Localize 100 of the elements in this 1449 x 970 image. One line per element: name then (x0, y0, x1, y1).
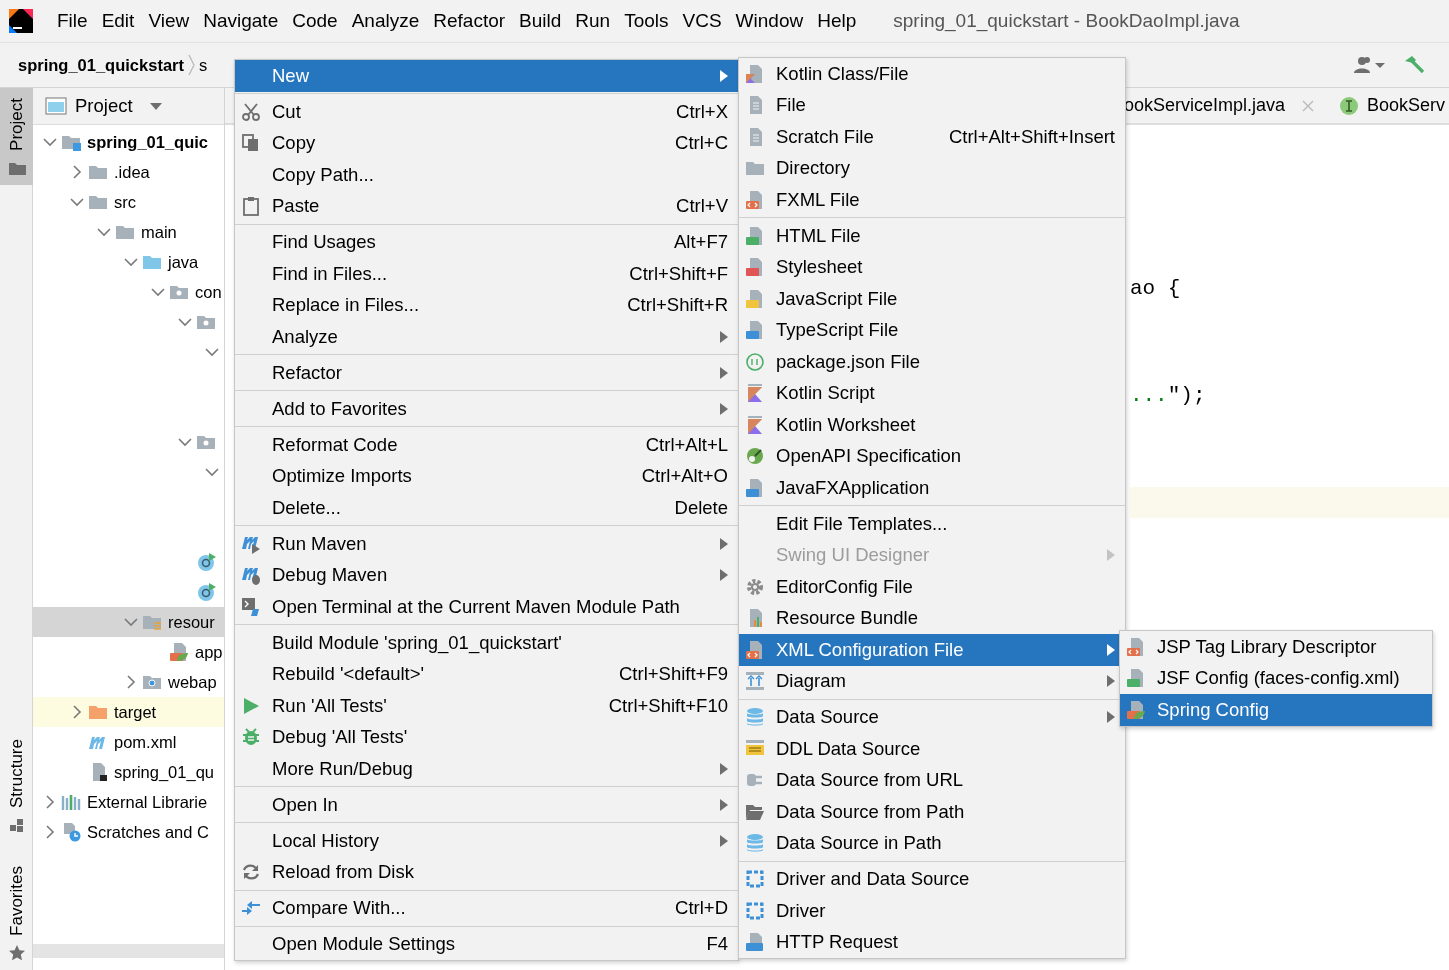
menu-item[interactable]: Reload from Disk (235, 856, 738, 888)
menu-item[interactable]: Resource Bundle (739, 602, 1125, 634)
menu-item[interactable]: Edit File Templates... (739, 508, 1125, 540)
kotlin-script-icon (745, 383, 765, 404)
menu-bar-item[interactable]: View (141, 6, 197, 36)
tree-item[interactable]: Scratches and C (33, 817, 224, 847)
menu-item[interactable]: Delete... Delete (235, 492, 738, 524)
menu-bar-item[interactable]: Help (810, 6, 864, 36)
menu-bar-item[interactable]: Tools (617, 6, 676, 36)
editor-tab[interactable]: BookServ (1318, 92, 1449, 119)
menu-item[interactable]: Data Source from URL (739, 764, 1125, 796)
menu-item[interactable]: Run 'All Tests' Ctrl+Shift+F10 (235, 690, 738, 722)
menu-item[interactable]: TypeScript File (739, 314, 1125, 346)
menu-bar-item[interactable]: VCS (675, 6, 729, 36)
tree-item[interactable]: java (33, 247, 224, 277)
menu-item[interactable]: Kotlin Script (739, 377, 1125, 409)
dashed-frame-icon (745, 900, 765, 921)
tree-item[interactable]: src (33, 187, 224, 217)
menu-item[interactable]: Rebuild '<default>' Ctrl+Shift+F9 (235, 658, 738, 690)
tree-item[interactable]: webap (33, 667, 224, 697)
menu-item[interactable]: OpenAPI Specification (739, 440, 1125, 472)
tree-item[interactable]: main (33, 217, 224, 247)
menu-item[interactable]: Add to Favorites (235, 393, 738, 425)
menu-item[interactable]: Optimize Imports Ctrl+Alt+O (235, 460, 738, 492)
tree-item[interactable]: app (33, 637, 224, 667)
menu-item[interactable]: Paste Ctrl+V (235, 190, 738, 222)
css-document-icon (745, 257, 765, 278)
menu-bar-item[interactable]: Window (728, 6, 811, 36)
menu-item[interactable]: Run Maven (235, 528, 738, 560)
scissors-icon (241, 101, 261, 122)
menu-item[interactable]: Kotlin Worksheet (739, 409, 1125, 441)
menu-item[interactable]: DDL Data Source (739, 733, 1125, 765)
tree-item[interactable]: con (33, 277, 224, 307)
menu-item[interactable]: Refactor (235, 357, 738, 389)
menu-item[interactable]: Copy Path... (235, 159, 738, 191)
shortcut-text: Delete (673, 495, 728, 520)
menu-item[interactable]: Spring Config (1120, 694, 1432, 726)
gear-icon (745, 576, 765, 597)
menu-item[interactable]: Open In (235, 789, 738, 821)
tree-item[interactable]: spring_01_qu (33, 757, 224, 787)
tree-item[interactable]: .idea (33, 157, 224, 187)
menu-bar-item[interactable]: Edit (94, 6, 142, 36)
menu-item[interactable]: Driver and Data Source (739, 863, 1125, 895)
menu-item[interactable]: Cut Ctrl+X (235, 96, 738, 128)
menu-bar-item[interactable]: Code (285, 6, 345, 36)
menu-item[interactable]: Directory (739, 152, 1125, 184)
breadcrumb[interactable]: spring_01_quickstart (18, 52, 184, 78)
code-line: ao { (1129, 276, 1182, 302)
shortcut-text: Ctrl+Shift+F10 (607, 693, 728, 718)
breadcrumb[interactable]: s (199, 52, 208, 78)
menu-item[interactable]: Reformat Code Ctrl+Alt+L (235, 429, 738, 461)
menu-item[interactable]: Open Terminal at the Current Maven Module Path (235, 591, 738, 623)
menu-item[interactable]: Compare With... Ctrl+D (235, 892, 738, 924)
menu-item[interactable]: Debug 'All Tests' (235, 721, 738, 753)
xml-document-icon (745, 639, 765, 660)
menu-item[interactable]: New (235, 60, 738, 92)
menu-bar-item[interactable]: Build (512, 6, 569, 36)
tool-window-tab[interactable]: Project (0, 88, 33, 185)
menu-item[interactable]: Analyze (235, 321, 738, 353)
scrollbar[interactable] (33, 944, 224, 958)
tool-window-tab[interactable]: Favorites (0, 856, 33, 970)
menu-bar-item[interactable]: Navigate (196, 6, 286, 36)
menu-bar-item[interactable]: Run (568, 6, 618, 36)
tree-item[interactable]: resour (33, 607, 224, 637)
menu-item[interactable]: Replace in Files... Ctrl+Shift+R (235, 289, 738, 321)
tree-item[interactable]: External Librarie (33, 787, 224, 817)
menu-item[interactable]: EditorConfig File (739, 571, 1125, 603)
menu-item[interactable]: JavaScript File (739, 283, 1125, 315)
tree-item[interactable]: spring_01_quic (33, 127, 224, 157)
javafx-document-icon (745, 477, 765, 498)
xml-document-icon (1126, 636, 1146, 657)
menu-item[interactable]: Stylesheet (739, 251, 1125, 283)
menu-item[interactable]: Copy Ctrl+C (235, 127, 738, 159)
menu-bar-item[interactable]: File (50, 6, 95, 36)
menu-item[interactable]: package.json File (739, 346, 1125, 378)
menu-item[interactable]: Kotlin Class/File (739, 58, 1125, 90)
tree-item[interactable]: target (33, 697, 224, 727)
menu-item[interactable]: Scratch File Ctrl+Alt+Shift+Insert (739, 121, 1125, 153)
js-document-icon (745, 288, 765, 309)
menu-bar-item[interactable]: Refactor (426, 6, 513, 36)
tool-window-tab[interactable]: Structure (0, 729, 33, 843)
library-icon (61, 792, 83, 812)
tree-item[interactable]: pom.xml (33, 727, 224, 757)
menu-item[interactable]: Find Usages Alt+F7 (235, 226, 738, 258)
ts-document-icon (745, 320, 765, 341)
menu-item[interactable]: Debug Maven (235, 559, 738, 591)
menu-item[interactable]: Open Module Settings F4 (235, 928, 738, 960)
menu-item[interactable]: Local History (235, 825, 738, 857)
menu-item[interactable]: HTML File (739, 220, 1125, 252)
menu-item[interactable]: Data Source from Path (739, 796, 1125, 828)
menu-item[interactable]: Driver (739, 895, 1125, 927)
menu-item[interactable]: Data Source in Path (739, 827, 1125, 859)
shortcut-text: Ctrl+C (674, 131, 728, 156)
menu-item[interactable]: Build Module 'spring_01_quickstart' (235, 627, 738, 659)
menu-bar-item[interactable]: Analyze (344, 6, 427, 36)
menu-item[interactable]: More Run/Debug (235, 753, 738, 785)
menu-item[interactable]: HTTP Request (739, 926, 1125, 958)
menu-item[interactable]: FXML File (739, 184, 1125, 216)
menu-item[interactable]: JavaFXApplication (739, 472, 1125, 504)
menu-item[interactable]: Find in Files... Ctrl+Shift+F (235, 258, 738, 290)
